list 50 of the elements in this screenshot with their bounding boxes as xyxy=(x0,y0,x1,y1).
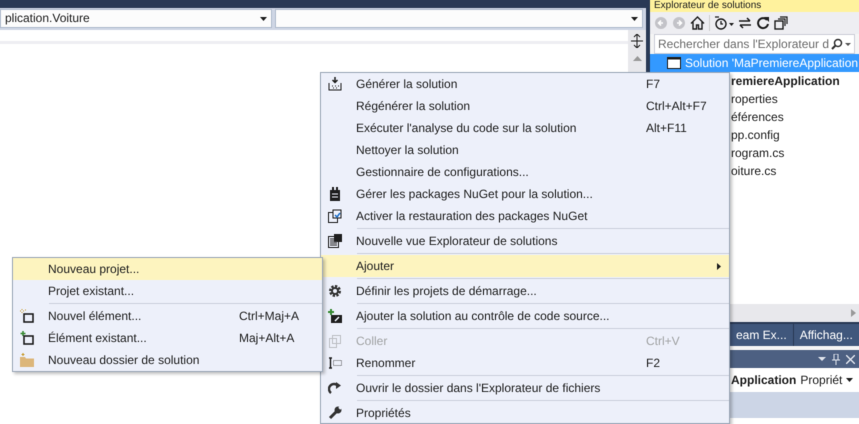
pin-icon[interactable] xyxy=(832,354,840,364)
menu-item[interactable]: Ajouter la solution au contrôle de code source... xyxy=(321,305,729,327)
panel-title: Explorateur de solutions xyxy=(650,0,859,12)
menu-item[interactable]: Nouvel élément... Ctrl+Maj+A xyxy=(13,305,322,327)
restore-icon xyxy=(328,209,342,223)
menu-item[interactable]: Gestionnaire de configurations... xyxy=(321,161,729,183)
menu-item[interactable]: Activer la restauration des packages NuGet xyxy=(321,205,729,227)
source-control-icon xyxy=(328,309,342,323)
wrench-icon xyxy=(328,406,342,420)
add-item-icon xyxy=(20,331,34,345)
menu-item[interactable]: Élément existant... Maj+Alt+A xyxy=(13,327,322,349)
history-icon[interactable] xyxy=(714,16,734,30)
type-dropdown[interactable]: plication.Voiture xyxy=(0,9,272,28)
caret-icon xyxy=(846,378,854,382)
solution-icon xyxy=(667,57,681,69)
collapse-all-icon[interactable] xyxy=(774,16,788,30)
menu-item[interactable]: Propriétés xyxy=(321,402,729,423)
search-icon[interactable] xyxy=(829,38,851,50)
sync-icon[interactable] xyxy=(738,16,752,30)
package-icon xyxy=(329,187,341,201)
rename-icon xyxy=(328,357,342,369)
split-icon[interactable] xyxy=(631,34,643,48)
menu-item[interactable]: Gérer les packages NuGet pour la solution... xyxy=(321,183,729,205)
new-item-icon xyxy=(20,309,34,323)
menu-item[interactable]: Nettoyer la solution xyxy=(321,139,729,161)
build-icon xyxy=(328,77,342,91)
menu-item[interactable]: Projet existant... xyxy=(13,280,322,302)
menu-item[interactable]: Générer la solution F7 xyxy=(321,73,729,95)
search-field[interactable]: Rechercher dans l'Explorateur d xyxy=(654,34,855,54)
settings-icon xyxy=(328,284,342,298)
menu-item[interactable]: Définir les projets de démarrage... xyxy=(321,280,729,302)
refresh-icon[interactable] xyxy=(756,16,770,30)
close-icon[interactable] xyxy=(846,354,855,364)
menu-item[interactable]: Nouveau projet... xyxy=(13,258,322,280)
home-icon[interactable] xyxy=(690,16,705,30)
menu-item[interactable]: Ajouter xyxy=(321,255,729,277)
submenu-arrow-icon xyxy=(717,262,721,270)
menu-item[interactable]: Nouveau dossier de solution xyxy=(13,349,322,371)
caret-icon xyxy=(260,16,267,20)
window-icon xyxy=(328,234,342,248)
panel-tab[interactable]: Affichag... xyxy=(794,324,859,346)
panel-tab[interactable]: eam Ex... xyxy=(730,324,793,346)
menu-item[interactable]: Nouvelle vue Explorateur de solutions xyxy=(321,230,729,252)
curved-arrow-icon xyxy=(328,382,342,394)
menu-item[interactable]: Exécuter l'analyse du code sur la solution Alt+F11 xyxy=(321,117,729,139)
menu-item[interactable]: Régénérer la solution Ctrl+Alt+F7 xyxy=(321,95,729,117)
caret-icon xyxy=(631,16,638,20)
clipboard-icon xyxy=(329,334,341,348)
dropdown-icon[interactable] xyxy=(818,357,826,361)
folder-icon xyxy=(20,353,34,367)
